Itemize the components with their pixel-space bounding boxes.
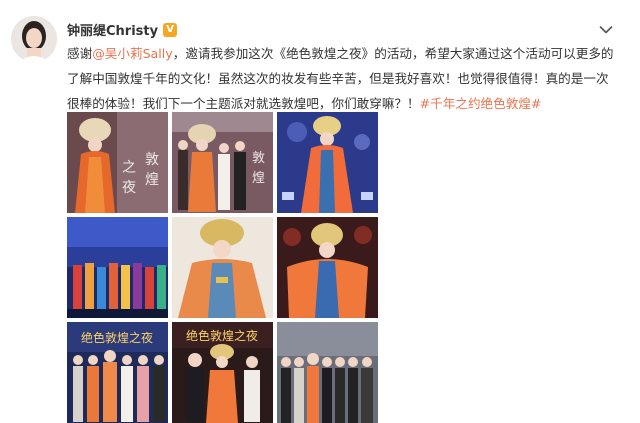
photo-8[interactable]: 绝色敦煌之夜 <box>172 322 273 423</box>
photo-6[interactable] <box>277 217 378 318</box>
photo-7-banner: 绝色敦煌之夜 <box>81 330 153 345</box>
photo-5[interactable] <box>172 217 273 318</box>
chevron-down-icon[interactable] <box>599 21 613 34</box>
photo-8-banner: 绝色敦煌之夜 <box>186 328 258 343</box>
photo-9[interactable] <box>277 322 378 423</box>
photo-1-text2: 敦 <box>145 152 159 168</box>
photo-1-text3: 夜 <box>122 180 136 196</box>
photo-4[interactable] <box>67 217 168 318</box>
photo-2[interactable]: 敦 煌 <box>172 112 273 213</box>
post-text-intro: 感谢 <box>67 46 93 61</box>
photo-1-text4: 煌 <box>145 172 159 188</box>
photo-3[interactable] <box>277 112 378 213</box>
avatar[interactable] <box>11 16 57 62</box>
hashtag-link[interactable]: #千年之约绝色敦煌# <box>420 96 542 111</box>
photo-1-text1: 之 <box>122 160 136 176</box>
photo-1[interactable]: 之 敦 夜 煌 <box>67 112 168 213</box>
photo-gallery: 之 敦 夜 煌 敦 煌 绝色敦煌之夜 绝色敦煌之夜 <box>67 112 378 423</box>
post-text: 感谢@吴小莉Sally，邀请我参加这次《绝色敦煌之夜》的活动，希望大家通过这个活… <box>67 41 615 116</box>
mention-link[interactable]: @吴小莉Sally <box>92 46 173 61</box>
verified-badge-icon: V <box>163 22 178 37</box>
photo-2-text1: 敦 <box>252 150 265 166</box>
photo-2-text2: 煌 <box>252 171 265 186</box>
photo-7[interactable]: 绝色敦煌之夜 <box>67 322 168 423</box>
author-name[interactable]: 钟丽缇Christy <box>67 20 158 39</box>
